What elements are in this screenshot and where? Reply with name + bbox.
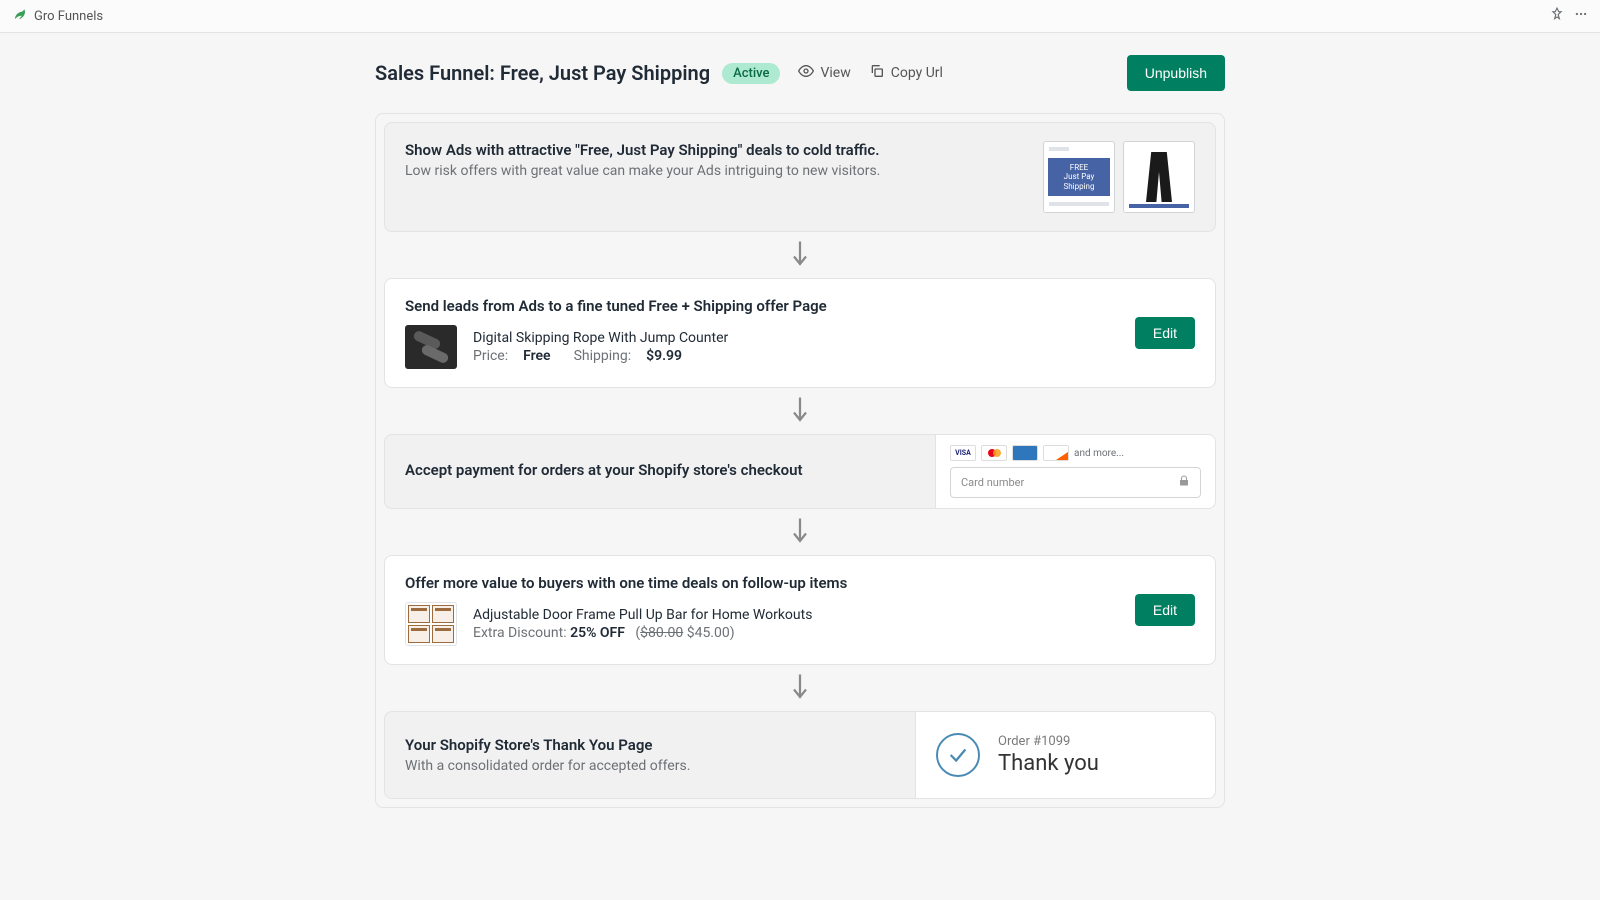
edit-offer-button[interactable]: Edit [1135,317,1195,349]
ad-thumb-line2: Just Pay Shipping [1048,172,1110,191]
ad-thumb-line1: FREE [1070,163,1088,173]
checkmark-circle-icon [936,733,980,777]
mastercard-icon [981,445,1007,461]
funnel-flow: Show Ads with attractive "Free, Just Pay… [375,113,1225,808]
copy-url-label: Copy Url [891,65,943,81]
edit-upsell-button[interactable]: Edit [1135,594,1195,626]
offer-product-name: Digital Skipping Rope With Jump Counter [473,330,1115,346]
card-number-input-preview: Card number [950,467,1201,498]
pin-icon[interactable] [1550,7,1564,25]
thankyou-preview: Order #1099 Thank you [915,712,1215,798]
upsell-product-image [405,602,457,646]
eye-icon [798,63,814,83]
step-offer-title: Send leads from Ads to a fine tuned Free… [405,297,1115,315]
top-bar: Gro Funnels [0,0,1600,33]
step-offer: Send leads from Ads to a fine tuned Free… [384,278,1216,388]
view-action[interactable]: View [798,63,850,83]
copy-icon [869,63,885,83]
step-checkout: Accept payment for orders at your Shopif… [384,434,1216,509]
discover-icon [1043,445,1069,461]
ad-thumb-product [1123,141,1195,213]
checkout-preview: VISA and more... Card number [935,435,1215,508]
page-title: Sales Funnel: Free, Just Pay Shipping [375,61,710,85]
visa-icon: VISA [950,445,976,461]
upsell-product-row: Adjustable Door Frame Pull Up Bar for Ho… [405,602,1115,646]
upsell-product-name: Adjustable Door Frame Pull Up Bar for Ho… [473,607,1115,623]
arrow-down-icon [384,665,1216,711]
offer-product-image [405,325,457,369]
status-badge: Active [722,63,780,84]
step-ads-title: Show Ads with attractive "Free, Just Pay… [405,141,1023,159]
step-thankyou-subtitle: With a consolidated order for accepted o… [405,758,690,774]
amex-icon [1012,445,1038,461]
offer-product-row: Digital Skipping Rope With Jump Counter … [405,325,1115,369]
payment-card-icons: VISA and more... [950,445,1201,461]
topbar-right [1550,7,1588,25]
copy-url-action[interactable]: Copy Url [869,63,943,83]
leaf-icon [12,7,26,25]
topbar-left: Gro Funnels [12,7,103,25]
view-label: View [820,65,850,81]
step-upsell: Offer more value to buyers with one time… [384,555,1216,665]
more-icon[interactable] [1574,7,1588,25]
step-thankyou: Your Shopify Store's Thank You Page With… [384,711,1216,799]
step-thankyou-title: Your Shopify Store's Thank You Page [405,736,652,754]
ad-thumbnails: FREE Just Pay Shipping [1043,141,1195,213]
arrow-down-icon [384,509,1216,555]
upsell-product-meta: Extra Discount: 25% OFF ($80.00 $45.00) [473,625,1115,641]
step-upsell-title: Offer more value to buyers with one time… [405,574,1115,592]
page-content: Sales Funnel: Free, Just Pay Shipping Ac… [375,33,1225,848]
step-ads-text: Show Ads with attractive "Free, Just Pay… [405,141,1023,179]
step-ads: Show Ads with attractive "Free, Just Pay… [384,122,1216,232]
arrow-down-icon [384,388,1216,434]
thank-you-label: Thank you [998,751,1099,776]
and-more-label: and more... [1074,448,1124,459]
ad-thumb-free: FREE Just Pay Shipping [1043,141,1115,213]
order-number-label: Order #1099 [998,734,1099,749]
arrow-down-icon [384,232,1216,278]
page-header: Sales Funnel: Free, Just Pay Shipping Ac… [375,55,1225,91]
step-checkout-title: Accept payment for orders at your Shopif… [405,461,803,479]
app-name: Gro Funnels [34,9,103,24]
step-ads-subtitle: Low risk offers with great value can mak… [405,163,1023,179]
unpublish-button[interactable]: Unpublish [1127,55,1225,91]
lock-icon [1178,475,1190,490]
offer-product-meta: Price: Free Shipping: $9.99 [473,348,1115,364]
